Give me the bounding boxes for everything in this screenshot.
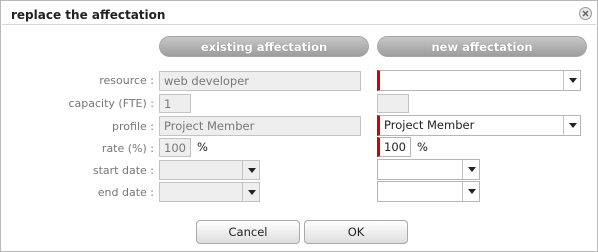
chevron-down-icon[interactable]: [563, 71, 580, 90]
dialog-title: replace the affectation: [11, 8, 166, 22]
replace-affectation-dialog: replace the affectation existing affecta…: [0, 0, 598, 252]
profile-label: profile :: [112, 120, 154, 133]
start-date-label: start date :: [92, 164, 154, 177]
existing-start-date-select: [159, 160, 260, 180]
new-rate-unit: %: [417, 140, 428, 154]
capacity-label: capacity (FTE) :: [68, 97, 154, 110]
new-profile-select[interactable]: Project Member: [377, 115, 581, 136]
new-profile-value: Project Member: [384, 118, 475, 132]
resource-label: resource :: [99, 74, 154, 87]
new-end-date-select[interactable]: [377, 181, 480, 202]
dialog-titlebar: replace the affectation: [2, 2, 596, 25]
chevron-down-icon: [242, 161, 259, 179]
existing-capacity-field: 1: [159, 94, 191, 113]
new-capacity-field[interactable]: [377, 94, 409, 113]
chevron-down-icon[interactable]: [462, 160, 479, 179]
chevron-down-icon: [242, 183, 259, 201]
ok-button[interactable]: OK: [304, 220, 408, 244]
existing-rate-field: 100: [159, 138, 191, 157]
rate-label: rate (%) :: [101, 142, 154, 155]
new-start-date-select[interactable]: [377, 159, 480, 180]
cancel-button[interactable]: Cancel: [196, 220, 300, 244]
close-icon[interactable]: [579, 7, 592, 20]
end-date-label: end date :: [97, 186, 154, 199]
new-resource-select[interactable]: [377, 70, 581, 91]
existing-end-date-select: [159, 182, 260, 202]
chevron-down-icon[interactable]: [462, 182, 479, 201]
new-affectation-header: new affectation: [377, 36, 587, 57]
new-rate-input[interactable]: 100: [377, 137, 411, 157]
chevron-down-icon[interactable]: [563, 116, 580, 135]
existing-rate-unit: %: [197, 140, 208, 154]
existing-affectation-header: existing affectation: [159, 36, 369, 57]
existing-profile-field: Project Member: [159, 116, 361, 136]
existing-resource-field: web developer: [159, 71, 361, 91]
